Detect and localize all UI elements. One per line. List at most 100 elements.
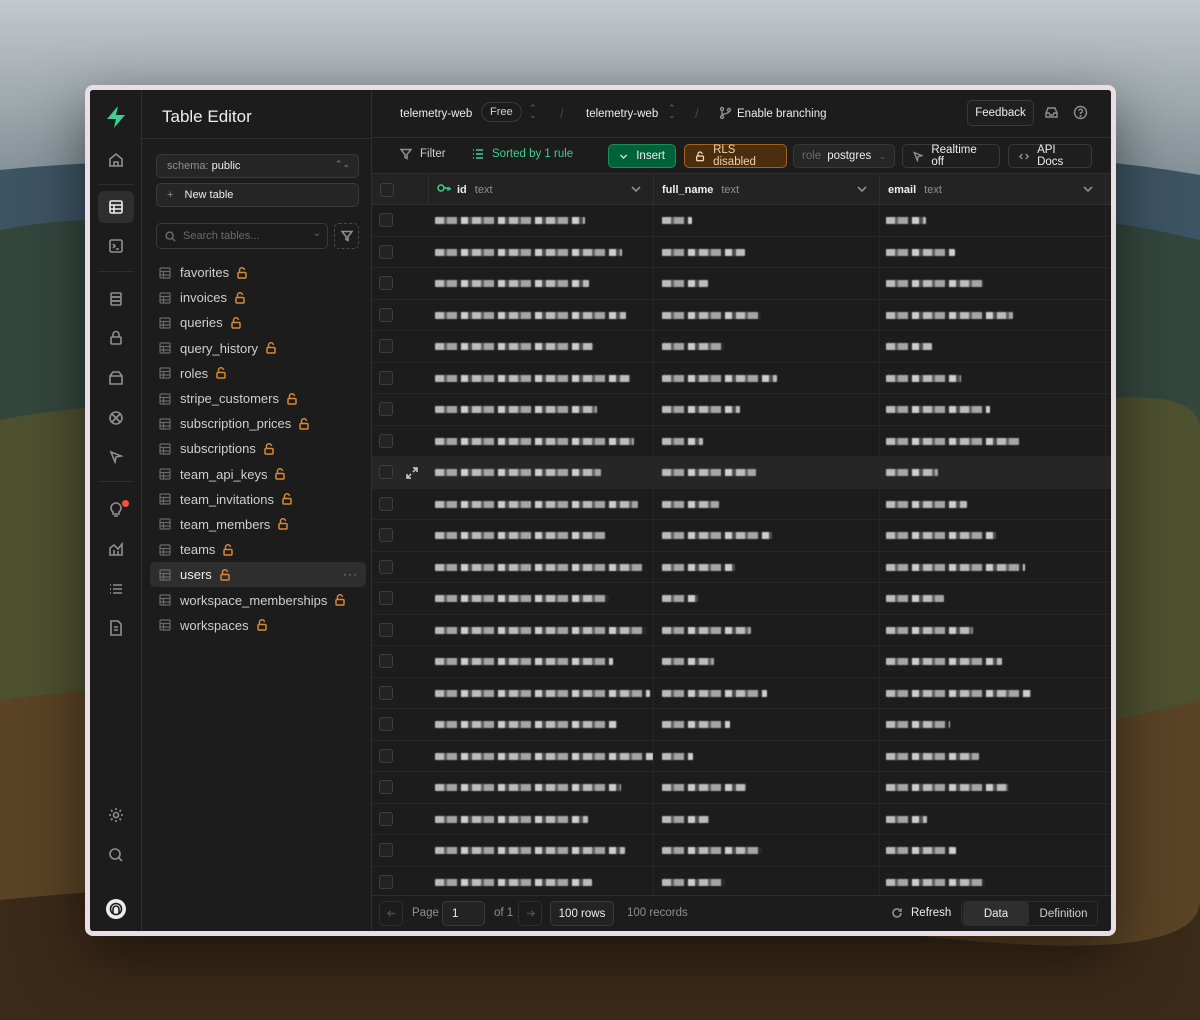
cell-email[interactable] [880,803,1106,835]
table-row[interactable] [372,803,1111,835]
cell-full-name[interactable] [654,614,880,646]
table-row[interactable] [372,709,1111,741]
cell-id[interactable] [429,835,654,866]
sort-chevron-icon[interactable]: ⌄ [313,228,321,239]
cell-email[interactable] [880,457,1106,488]
column-header-id[interactable]: id text [429,174,654,205]
logs-list-icon[interactable] [98,573,134,605]
table-row[interactable] [372,457,1111,489]
chevron-down-icon[interactable] [857,184,867,194]
select-all-checkbox[interactable] [380,182,394,197]
database-icon[interactable] [98,283,134,315]
cell-id[interactable] [429,331,654,362]
row-checkbox[interactable] [379,244,393,259]
cell-id[interactable] [429,488,654,520]
cell-full-name[interactable] [654,236,880,268]
table-row[interactable] [372,362,1111,394]
row-checkbox[interactable] [379,339,393,353]
table-list-item[interactable]: workspaces [150,613,366,638]
project-name[interactable]: telemetry-web [400,108,472,120]
cell-email[interactable] [880,205,1106,236]
cell-full-name[interactable] [654,394,880,425]
row-checkbox[interactable] [379,559,393,574]
table-row[interactable] [372,551,1111,583]
row-checkbox[interactable] [379,780,393,794]
table-row[interactable] [372,425,1111,457]
row-checkbox[interactable] [379,465,393,479]
cell-full-name[interactable] [654,835,880,866]
cell-id[interactable] [429,614,654,646]
cell-email[interactable] [880,583,1106,614]
cell-full-name[interactable] [654,425,880,457]
table-row[interactable] [372,740,1111,772]
table-row[interactable] [372,866,1111,898]
reports-chart-icon[interactable] [98,533,134,565]
search-icon[interactable] [98,839,134,871]
cell-email[interactable] [880,740,1106,772]
cell-email[interactable] [880,394,1106,425]
cell-id[interactable] [429,646,654,677]
cell-email[interactable] [880,614,1106,646]
cell-full-name[interactable] [654,520,880,551]
row-checkbox[interactable] [379,591,393,605]
table-row[interactable] [372,772,1111,804]
expand-row-icon[interactable] [406,466,418,479]
home-icon[interactable] [98,144,134,176]
cell-id[interactable] [429,394,654,425]
branch-name[interactable]: telemetry-web [586,108,658,120]
rows-per-page-select[interactable]: 100 rows [550,901,614,926]
table-list-item[interactable]: stripe_customers [150,386,366,411]
data-view-tab[interactable]: Data [963,902,1029,925]
storage-icon[interactable] [98,362,134,394]
table-row[interactable] [372,299,1111,331]
cell-id[interactable] [429,866,654,898]
sql-editor-icon[interactable] [98,230,134,262]
cell-id[interactable] [429,362,654,394]
table-list-item[interactable]: subscription_prices [150,411,366,436]
cell-full-name[interactable] [654,709,880,740]
cell-id[interactable] [429,740,654,772]
cell-full-name[interactable] [654,583,880,614]
cell-email[interactable] [880,772,1106,803]
schema-select[interactable]: schema: public ⌃⌄ [156,154,359,178]
cell-id[interactable] [429,268,654,299]
row-checkbox[interactable] [379,685,393,700]
definition-view-tab[interactable]: Definition [1030,902,1097,925]
cell-id[interactable] [429,457,654,488]
cell-email[interactable] [880,520,1106,551]
inbox-icon[interactable] [1044,105,1059,120]
user-avatar-icon[interactable] [98,893,134,925]
cell-id[interactable] [429,583,654,614]
cell-id[interactable] [429,299,654,331]
cell-email[interactable] [880,299,1106,331]
search-tables-input[interactable]: Search tables... ⌄ [156,223,328,249]
row-checkbox[interactable] [379,654,393,668]
settings-gear-icon[interactable] [98,799,134,831]
cell-email[interactable] [880,362,1106,394]
cell-id[interactable] [429,520,654,551]
table-row[interactable] [372,331,1111,363]
supabase-logo-icon[interactable] [103,104,129,130]
cell-email[interactable] [880,709,1106,740]
chevron-down-icon[interactable] [1083,184,1093,194]
row-checkbox[interactable] [379,717,393,731]
cell-id[interactable] [429,236,654,268]
table-row[interactable] [372,236,1111,268]
next-page-button[interactable] [518,901,542,926]
table-row[interactable] [372,646,1111,678]
cell-id[interactable] [429,425,654,457]
refresh-button[interactable]: Refresh [891,907,951,919]
cell-id[interactable] [429,709,654,740]
table-row[interactable] [372,268,1111,300]
cell-full-name[interactable] [654,551,880,583]
cell-email[interactable] [880,236,1106,268]
new-table-button[interactable]: + New table [156,183,359,207]
table-list-item[interactable]: subscriptions [150,436,366,461]
auth-lock-icon[interactable] [98,322,134,354]
row-checkbox[interactable] [379,496,393,511]
cell-email[interactable] [880,677,1106,709]
column-header-email[interactable]: email text [880,174,1106,205]
cell-full-name[interactable] [654,268,880,299]
table-list-item[interactable]: roles [150,361,366,386]
table-row[interactable] [372,835,1111,867]
